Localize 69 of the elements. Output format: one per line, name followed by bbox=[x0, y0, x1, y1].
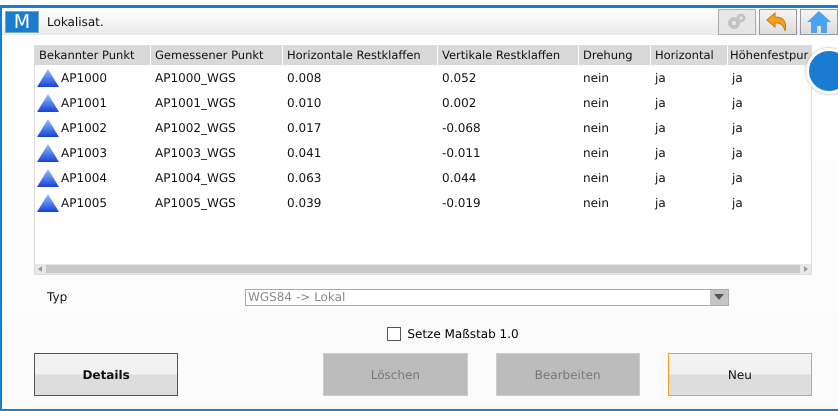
table-cell-text: AP1004_WGS bbox=[154, 170, 237, 184]
type-label: Typ bbox=[46, 290, 68, 304]
column-header[interactable]: Vertikale Restklaffen bbox=[438, 46, 579, 65]
table-cell-text: ja bbox=[654, 170, 667, 184]
table-cell: AP1002 bbox=[61, 120, 107, 134]
scroll-right-icon[interactable] bbox=[804, 266, 808, 272]
table-cell-text: 0.052 bbox=[441, 70, 478, 84]
table-cell-text: -0.068 bbox=[441, 120, 482, 134]
table-cell-text: ja bbox=[730, 146, 744, 160]
triangle-icon bbox=[37, 144, 59, 162]
table-cell-text: ja bbox=[654, 196, 667, 210]
table-cell-text: 0.002 bbox=[441, 96, 478, 110]
table-cell-text: ja bbox=[654, 70, 667, 84]
horizontal-scrollbar[interactable] bbox=[35, 264, 811, 274]
column-header[interactable]: Höhenfestpur bbox=[728, 46, 811, 65]
table-cell-text: -0.011 bbox=[441, 146, 482, 160]
checkbox-label: Setze Maßstab 1.0 bbox=[407, 327, 519, 341]
table-cell-text: nein bbox=[582, 196, 610, 210]
column-header[interactable]: Gemessener Punkt bbox=[151, 46, 283, 65]
home-button[interactable] bbox=[800, 8, 838, 34]
table-cell: AP1001 bbox=[61, 96, 107, 110]
triangle-icon bbox=[37, 168, 59, 186]
undo-button[interactable] bbox=[759, 8, 797, 34]
triangle-icon bbox=[37, 118, 59, 136]
table-cell-text: 0.017 bbox=[286, 120, 322, 134]
table-cell-text: ja bbox=[730, 96, 744, 110]
table-cell-text: AP1003_WGS bbox=[154, 146, 237, 160]
table-cell-text: 0.008 bbox=[286, 70, 322, 84]
column-header[interactable]: Horizontal bbox=[651, 46, 728, 65]
table-cell-text: ja bbox=[654, 146, 667, 160]
table-cell-text: nein bbox=[582, 146, 610, 160]
window-title: Lokalisat. bbox=[47, 14, 105, 28]
table-cell-text: 0.044 bbox=[441, 170, 478, 184]
scale-checkbox[interactable] bbox=[387, 327, 402, 341]
table-cell-text: nein bbox=[582, 70, 610, 84]
app-logo: M bbox=[5, 10, 39, 32]
home-icon bbox=[806, 10, 832, 34]
table-cell-text: nein bbox=[582, 120, 610, 134]
table-cell-text: nein bbox=[582, 96, 610, 110]
column-header[interactable]: Bekannter Punkt bbox=[35, 46, 151, 65]
table-cell: AP1003 bbox=[61, 146, 107, 160]
table-cell-text: 0.063 bbox=[286, 170, 322, 184]
table-cell-text: 0.010 bbox=[286, 96, 322, 110]
table-cell-text: ja bbox=[654, 96, 667, 110]
table-cell: AP1005 bbox=[61, 196, 107, 210]
column-header[interactable]: Drehung bbox=[579, 46, 651, 65]
triangle-icon bbox=[37, 94, 59, 112]
table-cell-text: 0.041 bbox=[286, 146, 322, 160]
table-cell-text: nein bbox=[582, 170, 610, 184]
table-cell-text: ja bbox=[730, 196, 744, 210]
table-cell-text: AP1002_WGS bbox=[154, 120, 237, 134]
table-cell: AP1004 bbox=[61, 170, 107, 184]
column-header[interactable]: Horizontale Restklaffen bbox=[283, 46, 438, 65]
scroll-left-icon[interactable] bbox=[38, 266, 42, 272]
table-cell-text: AP1001_WGS bbox=[154, 96, 237, 110]
triangle-icon bbox=[37, 68, 59, 86]
table-cell-text: ja bbox=[654, 120, 667, 134]
table-cell-text: -0.019 bbox=[441, 196, 482, 210]
table-cell-text: 0.039 bbox=[286, 196, 322, 210]
action-button[interactable]: Details bbox=[34, 353, 178, 396]
triangle-icon bbox=[37, 194, 59, 212]
table-cell-text: ja bbox=[730, 170, 744, 184]
table-cell: AP1000 bbox=[61, 70, 107, 84]
dropdown-arrow-icon bbox=[714, 294, 724, 300]
table-cell-text: AP1005_WGS bbox=[154, 196, 237, 210]
action-button[interactable]: Neu bbox=[668, 353, 812, 396]
table-cell-text: ja bbox=[730, 70, 744, 84]
table-cell-text: AP1000_WGS bbox=[154, 70, 237, 84]
table-cell-text: ja bbox=[730, 120, 744, 134]
